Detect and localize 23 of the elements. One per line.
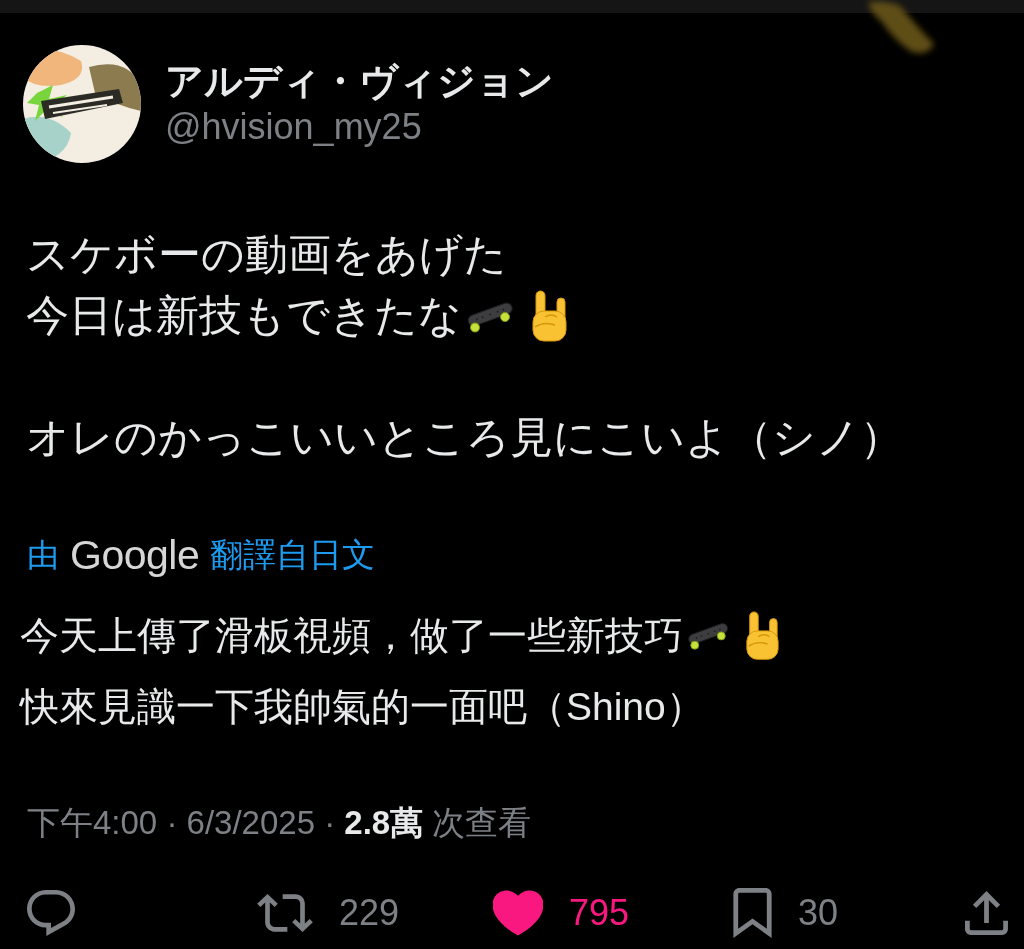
translated-text: 快來見識一下我帥氣的一面吧（Shino） bbox=[20, 684, 705, 730]
tweet-text: 今日は新技もできたな bbox=[26, 290, 462, 341]
translation-prefix: 由 bbox=[27, 536, 59, 575]
bookmark-icon bbox=[733, 888, 772, 938]
translation-label: 翻譯自日文 bbox=[210, 535, 376, 575]
tweet-meta: 下午4:00 · 6/3/2025 · 2.8萬 次查看 bbox=[27, 803, 532, 843]
tweet-text: スケボーの動画をあげた bbox=[26, 229, 507, 280]
author-name[interactable]: アルディ・ヴィジョン bbox=[165, 58, 554, 104]
like-button[interactable]: 795 bbox=[493, 888, 630, 938]
share-button[interactable] bbox=[965, 888, 1008, 938]
reply-icon bbox=[27, 888, 75, 938]
repost-button[interactable]: 229 bbox=[257, 888, 400, 938]
heart-icon bbox=[493, 888, 543, 938]
bookmark-button[interactable]: 30 bbox=[733, 888, 839, 938]
translated-text: 今天上傳了滑板視頻，做了一些新技巧 bbox=[20, 613, 683, 659]
author-handle[interactable]: @hvision_my25 bbox=[165, 104, 422, 150]
horns-hand-icon bbox=[530, 289, 568, 342]
google-logo-text: Google bbox=[70, 532, 200, 578]
tweet-text: オレのかっこいいところ見にこいよ（シノ） bbox=[26, 412, 903, 463]
skateboard-icon bbox=[685, 620, 731, 651]
horns-hand-icon bbox=[744, 610, 780, 661]
reply-button[interactable] bbox=[27, 888, 75, 938]
share-icon bbox=[965, 888, 1008, 938]
